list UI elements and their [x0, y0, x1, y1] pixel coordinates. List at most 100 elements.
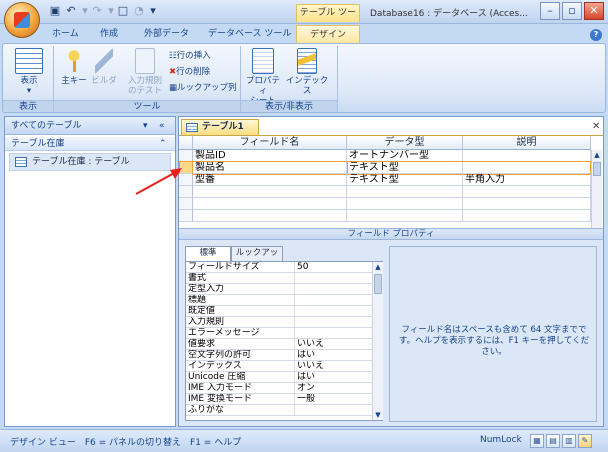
property-row[interactable]: IME 変換モード 一般	[186, 394, 372, 405]
property-value[interactable]: いいえ	[294, 339, 370, 349]
description-cell[interactable]	[463, 186, 591, 198]
property-sheet-button[interactable]: プロパティシート	[243, 48, 283, 106]
builder-button[interactable]: ビルダ	[89, 48, 119, 86]
test-validation-button[interactable]: 入力規則 のテスト	[121, 48, 169, 96]
group-collapse-icon[interactable]: ⌃	[159, 137, 167, 151]
lookup-icon: ▦	[169, 83, 178, 93]
property-sheet-icon	[252, 48, 274, 74]
field-name-cell[interactable]: 製品ID	[193, 150, 347, 162]
scroll-thumb[interactable]	[374, 274, 382, 294]
data-type-cell[interactable]	[347, 198, 463, 210]
property-value[interactable]: はい	[294, 372, 370, 382]
field-name-cell-active[interactable]: 製品名	[192, 161, 348, 175]
tab-home[interactable]: ホーム	[52, 25, 79, 43]
tab-design[interactable]: デザイン	[296, 25, 360, 43]
property-value[interactable]	[294, 317, 370, 327]
field-name-cell[interactable]: 型番	[193, 174, 347, 186]
field-name-cell[interactable]	[193, 186, 347, 198]
nav-group-header[interactable]: テーブル在庫 ⌃	[5, 137, 175, 151]
property-row[interactable]: 入力規則	[186, 317, 372, 328]
customize-qat-icon[interactable]: ▾	[146, 4, 160, 18]
primary-key-button[interactable]: 主キー	[57, 48, 91, 86]
data-type-cell[interactable]: テキスト型	[347, 174, 463, 186]
description-cell[interactable]	[463, 150, 591, 162]
property-value[interactable]	[294, 306, 370, 316]
data-type-cell[interactable]	[347, 186, 463, 198]
property-name: エラーメッセージ	[188, 328, 260, 338]
view-button[interactable]: 表示 ▾	[9, 48, 49, 96]
property-value[interactable]	[294, 295, 370, 305]
pivot-table-view-icon[interactable]: ▤	[546, 434, 560, 448]
tab-lookup[interactable]: ルックアップ	[231, 246, 283, 271]
delete-rows-button[interactable]: ✖行の削除	[169, 66, 210, 78]
property-value[interactable]: オン	[294, 383, 370, 393]
property-scrollbar[interactable]: ▲ ▼	[372, 262, 383, 420]
undo-icon[interactable]: ↶	[64, 4, 78, 18]
save-icon[interactable]: ▣	[48, 4, 62, 18]
property-row[interactable]: 値要求 いいえ	[186, 339, 372, 350]
document-tab[interactable]: テーブル1	[181, 119, 259, 135]
scroll-up-icon[interactable]: ▲	[373, 262, 383, 272]
property-row[interactable]: インデックス いいえ	[186, 361, 372, 372]
design-view-icon[interactable]: ✎	[578, 434, 592, 448]
property-row[interactable]: 書式	[186, 273, 372, 284]
property-value[interactable]	[294, 284, 370, 294]
description-cell[interactable]	[463, 198, 591, 210]
property-value[interactable]: いいえ	[294, 361, 370, 371]
help-icon[interactable]: ?	[590, 29, 602, 41]
window-title: Database16 : データベース (Acces...	[370, 9, 528, 19]
property-row[interactable]: 標題	[186, 295, 372, 306]
pivot-chart-view-icon[interactable]: ▥	[562, 434, 576, 448]
property-row[interactable]: エラーメッセージ	[186, 328, 372, 339]
property-value[interactable]	[294, 405, 370, 415]
close-document-icon[interactable]: ✕	[592, 121, 600, 132]
datasheet-view-icon[interactable]: ▦	[530, 434, 544, 448]
close-button[interactable]: ✕	[584, 2, 604, 20]
description-cell[interactable]	[463, 210, 591, 222]
lookup-column-button[interactable]: ▦ルックアップ列	[169, 82, 237, 94]
help-hint-text: フィールド名はスペースも含めて 64 文字までです。ヘルプを表示するには、F1 …	[398, 325, 590, 357]
property-value[interactable]	[294, 273, 370, 283]
property-row[interactable]: 空文字列の許可 はい	[186, 350, 372, 361]
data-type-cell[interactable]: テキスト型	[347, 162, 463, 174]
description-cell[interactable]: 半角入力	[463, 174, 591, 186]
property-value[interactable]: 一般	[294, 394, 370, 404]
tab-general[interactable]: 標準	[185, 246, 231, 261]
indexes-button[interactable]: インデックス	[283, 48, 331, 96]
field-name-cell[interactable]	[193, 210, 347, 222]
tab-database-tools[interactable]: データベース ツール	[208, 25, 291, 43]
tab-create[interactable]: 作成	[100, 25, 118, 43]
redo-icon[interactable]: ↷	[90, 4, 104, 18]
tab-external-data[interactable]: 外部データ	[144, 25, 189, 43]
new-document-icon[interactable]: □	[116, 4, 130, 18]
sort-icon[interactable]: ◔	[132, 4, 146, 18]
property-row[interactable]: IME 入力モード オン	[186, 383, 372, 394]
property-row[interactable]: フィールドサイズ 50	[186, 262, 372, 273]
minimize-button[interactable]: –	[540, 2, 560, 20]
description-cell[interactable]	[463, 162, 591, 174]
insert-rows-button[interactable]: ☷行の挿入	[169, 50, 211, 62]
property-row[interactable]: 定型入力	[186, 284, 372, 295]
property-row[interactable]: ふりがな	[186, 405, 372, 416]
office-button[interactable]	[4, 2, 40, 38]
data-type-cell[interactable]	[347, 210, 463, 222]
nav-dropdown-icon[interactable]: ▾	[143, 117, 148, 135]
scroll-thumb[interactable]	[593, 162, 601, 176]
property-row[interactable]: Unicode 圧縮 はい	[186, 372, 372, 383]
property-value[interactable]: はい	[294, 350, 370, 360]
scroll-down-icon[interactable]: ▼	[373, 410, 383, 420]
insert-rows-icon: ☷	[169, 51, 177, 61]
row-selector[interactable]	[179, 210, 193, 222]
nav-header[interactable]: すべてのテーブル ▾ «	[5, 117, 175, 135]
grid-scrollbar[interactable]: ▲	[591, 150, 602, 228]
property-name: 書式	[188, 273, 207, 283]
data-type-cell[interactable]: オートナンバー型	[347, 150, 463, 162]
property-row[interactable]: 既定値	[186, 306, 372, 317]
field-name-cell[interactable]	[193, 198, 347, 210]
property-value[interactable]: 50	[294, 262, 370, 272]
scroll-up-icon[interactable]: ▲	[592, 150, 602, 160]
maximize-button[interactable]: ▫	[562, 2, 582, 20]
property-value[interactable]	[294, 328, 370, 338]
nav-collapse-icon[interactable]: «	[159, 117, 165, 135]
group-label-tools: ツール	[54, 100, 240, 112]
